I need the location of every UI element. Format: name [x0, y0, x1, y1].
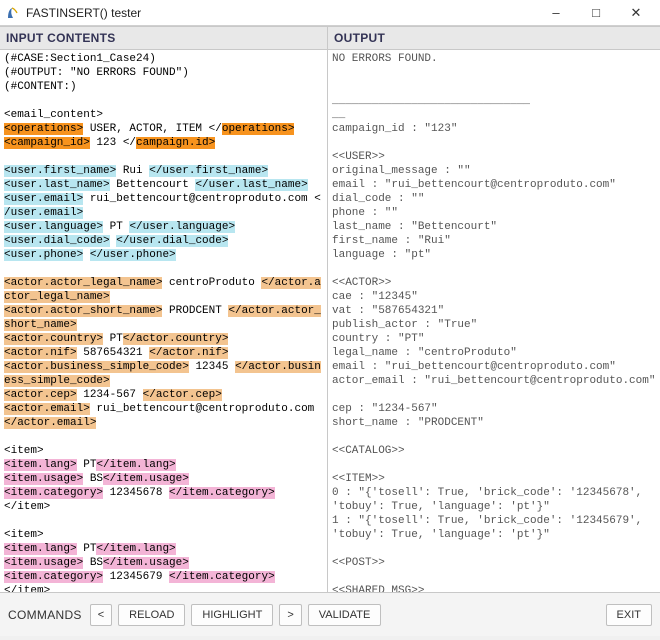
output-body[interactable]: NO ERRORS FOUND. _______________________… [328, 50, 660, 592]
validate-button[interactable]: VALIDATE [308, 604, 382, 626]
titlebar: FASTINSERT() tester – □ ✕ [0, 0, 660, 26]
reload-button[interactable]: RELOAD [118, 604, 185, 626]
highlight-button[interactable]: HIGHLIGHT [191, 604, 273, 626]
input-body[interactable]: (#CASE:Section1_Case24) (#OUTPUT: "NO ER… [0, 50, 327, 592]
window-controls: – □ ✕ [536, 1, 656, 25]
main-panels: INPUT CONTENTS (#CASE:Section1_Case24) (… [0, 26, 660, 592]
input-header: INPUT CONTENTS [0, 27, 327, 50]
output-panel: OUTPUT NO ERRORS FOUND. ________________… [328, 26, 660, 592]
window-title: FASTINSERT() tester [26, 6, 536, 20]
maximize-button[interactable]: □ [576, 1, 616, 25]
app-icon [6, 6, 20, 20]
input-panel: INPUT CONTENTS (#CASE:Section1_Case24) (… [0, 26, 328, 592]
exit-button[interactable]: EXIT [606, 604, 652, 626]
toolbar: COMMANDS < RELOAD HIGHLIGHT > VALIDATE E… [0, 592, 660, 636]
commands-label: COMMANDS [8, 608, 82, 622]
next-button[interactable]: > [279, 604, 301, 626]
close-button[interactable]: ✕ [616, 1, 656, 25]
minimize-button[interactable]: – [536, 1, 576, 25]
prev-button[interactable]: < [90, 604, 112, 626]
output-header: OUTPUT [328, 27, 660, 50]
